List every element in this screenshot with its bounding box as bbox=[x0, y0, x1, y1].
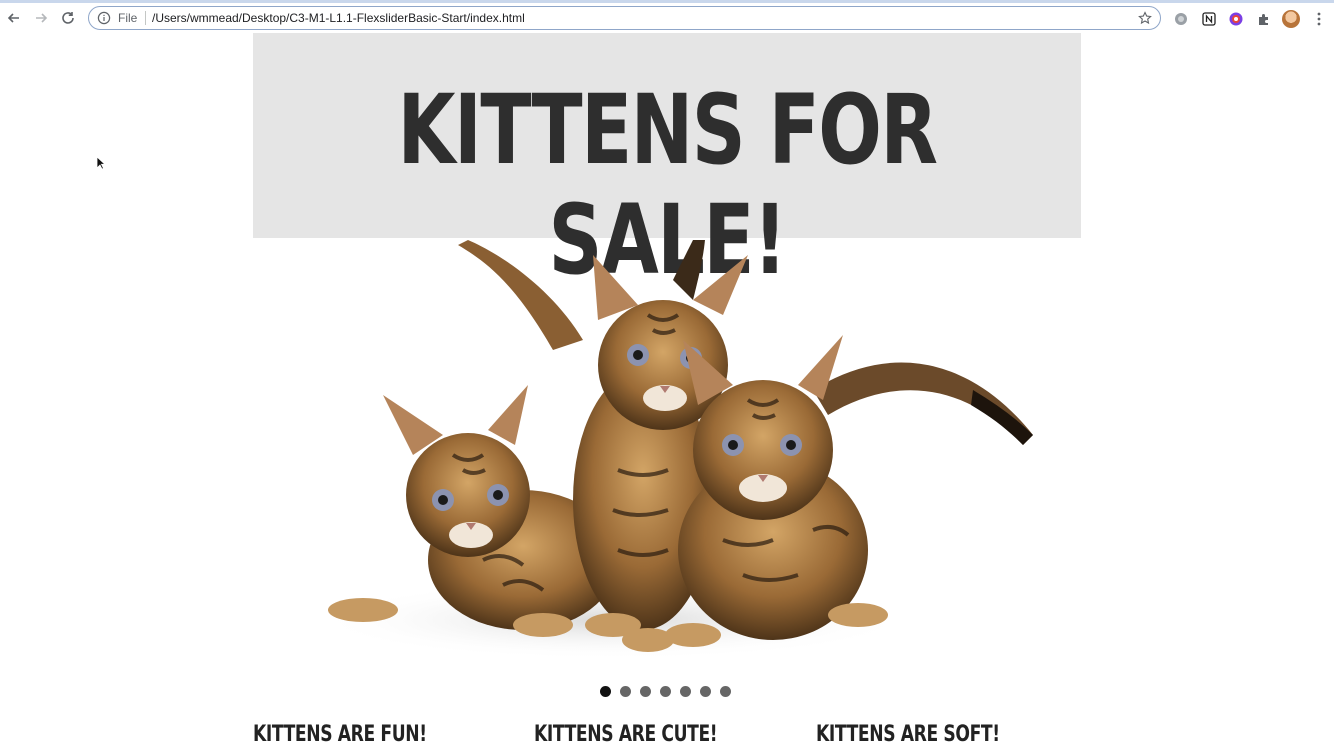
kittens-photo bbox=[313, 240, 1033, 660]
browser-toolbar: File /Users/wmmead/Desktop/C3-M1-L1.1-Fl… bbox=[0, 0, 1334, 33]
address-bar[interactable]: File /Users/wmmead/Desktop/C3-M1-L1.1-Fl… bbox=[88, 6, 1161, 30]
slider-dot-6[interactable] bbox=[700, 686, 711, 697]
slider-dot-3[interactable] bbox=[640, 686, 651, 697]
slider-dot-2[interactable] bbox=[620, 686, 631, 697]
hero-banner: KITTENS FOR SALE! bbox=[253, 33, 1081, 295]
reload-button[interactable] bbox=[57, 7, 79, 29]
column-heading-fun: KITTENS ARE FUN! bbox=[253, 722, 427, 747]
extension-globe-icon[interactable] bbox=[1173, 11, 1189, 27]
url-text[interactable]: /Users/wmmead/Desktop/C3-M1-L1.1-Flexsli… bbox=[152, 11, 525, 25]
scheme-label: File bbox=[118, 11, 138, 25]
color-extension-icon[interactable] bbox=[1228, 11, 1244, 27]
slider-dot-7[interactable] bbox=[720, 686, 731, 697]
forward-button[interactable] bbox=[30, 7, 52, 29]
notion-extension-icon[interactable] bbox=[1201, 11, 1217, 27]
arrow-right-icon bbox=[36, 13, 48, 23]
back-button[interactable] bbox=[3, 7, 25, 29]
bookmark-star-icon[interactable] bbox=[1138, 11, 1152, 25]
slider-dot-5[interactable] bbox=[680, 686, 691, 697]
more-menu-icon[interactable] bbox=[1313, 12, 1325, 26]
slider-dot-4[interactable] bbox=[660, 686, 671, 697]
column-heading-cute: KITTENS ARE CUTE! bbox=[534, 722, 718, 747]
arrow-left-icon bbox=[7, 13, 19, 23]
address-divider bbox=[145, 11, 146, 25]
reload-icon bbox=[62, 12, 74, 24]
slider-pagination bbox=[600, 686, 731, 698]
profile-avatar[interactable] bbox=[1282, 10, 1300, 28]
slider-dot-1[interactable] bbox=[600, 686, 611, 697]
column-heading-soft: KITTENS ARE SOFT! bbox=[816, 722, 1000, 747]
slider-image[interactable] bbox=[253, 240, 1081, 670]
mouse-cursor-icon bbox=[96, 156, 106, 170]
info-icon[interactable] bbox=[97, 11, 111, 25]
extensions-puzzle-icon[interactable] bbox=[1256, 11, 1272, 27]
